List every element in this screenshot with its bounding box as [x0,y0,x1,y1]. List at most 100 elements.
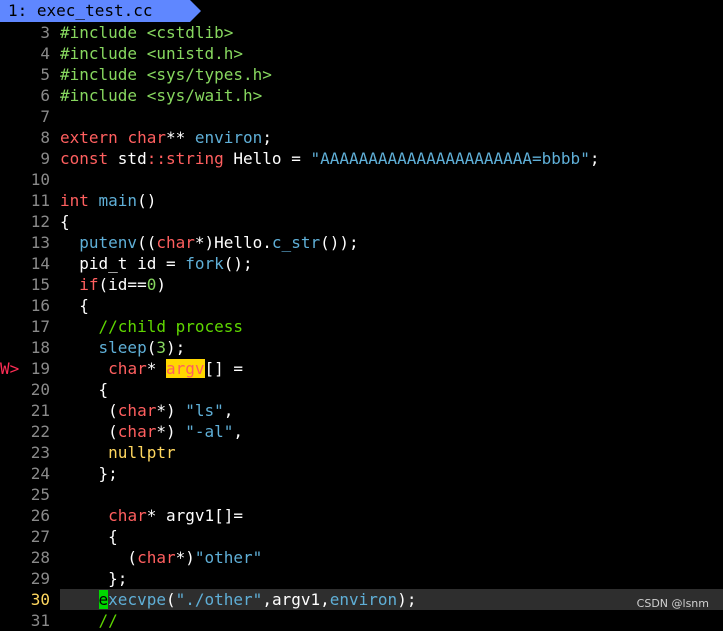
line-number: 14 [30,254,50,273]
code-token: ,argv1, [262,590,330,609]
code-line[interactable]: 25 [0,484,723,505]
code-line[interactable]: 4 #include <unistd.h> [0,43,723,64]
line-number: 29 [30,569,50,588]
code-line[interactable]: 18 sleep(3); [0,337,723,358]
code-token: ; [589,149,600,168]
code-line[interactable]: 16 { [0,295,723,316]
line-number: 27 [30,527,50,546]
code-token: char [137,548,176,567]
code-line[interactable]: 14 pid_t id = fork(); [0,253,723,274]
editor-code-area[interactable]: 3 #include <cstdlib> 4 #include <unistd.h> 5… [0,22,723,631]
code-text: #include <unistd.h> [60,43,243,64]
code-text: { [60,526,118,547]
code-line[interactable]: 31 // [0,610,723,631]
code-line[interactable]: 6 #include <sys/wait.h> [0,85,723,106]
code-token: }; [60,569,128,588]
code-token: "./other" [175,590,263,609]
line-number: 13 [30,233,50,252]
code-token: (); [223,254,253,273]
code-line[interactable]: 24 }; [0,463,723,484]
code-token: { [60,296,89,315]
code-text: { [60,295,89,316]
code-token: char [108,359,147,378]
code-line[interactable]: 8 extern char** environ; [0,127,723,148]
code-text: (char*) "ls", [60,400,233,421]
code-token: ( [165,590,176,609]
tab-exec-test[interactable]: 1: exec_test.cc [0,0,190,22]
code-text: (char*) "-al", [60,421,243,442]
code-token: char [117,422,157,441]
code-line[interactable]: 29 }; [0,568,723,589]
code-token: int [60,191,99,210]
code-text: //child process [60,316,244,337]
code-token: char [127,128,166,147]
code-token: // [60,611,118,630]
code-token: () [137,191,157,210]
code-token: fork [185,254,224,273]
code-line[interactable]: 22 (char*) "-al", [0,421,723,442]
code-line[interactable]: 28 (char*)"other" [0,547,723,568]
line-number: 21 [30,401,50,420]
line-number: 31 [30,611,50,630]
code-line[interactable]: 23 nullptr [0,442,723,463]
line-number: 16 [30,296,50,315]
code-line[interactable]: 3 #include <cstdlib> [0,22,723,43]
code-token: Hello = [223,149,311,168]
line-number: 30 [30,590,50,609]
code-token: argv [165,359,205,378]
code-line[interactable]: 7 [0,106,723,127]
code-line[interactable]: 9 const std::string Hello = "AAAAAAAAAAAA… [0,148,723,169]
line-number: 18 [30,338,50,357]
line-number: 4 [40,44,50,63]
code-token: 3 [156,338,166,357]
code-line[interactable]: W> 19 char* argv[] = [0,358,723,379]
code-line[interactable]: 11 int main() [0,190,723,211]
code-token: ( [60,422,118,441]
line-number: 12 [30,212,50,231]
code-line[interactable]: 5 #include <sys/types.h> [0,64,723,85]
code-token: , [223,401,234,420]
code-text: char* argv[] = [60,358,243,379]
code-token: xecvpe [108,590,166,609]
code-token: ) [156,275,166,294]
code-line[interactable]: 13 putenv((char*)Hello.c_str()); [0,232,723,253]
code-line[interactable]: 12 { [0,211,723,232]
line-number: 20 [30,380,50,399]
code-token: , [233,422,244,441]
code-token: ()); [320,233,359,252]
code-token: [] = [204,359,244,378]
code-token: ( [60,548,138,567]
code-token: //child process [98,317,244,336]
code-token: *)Hello. [194,233,272,252]
code-line[interactable]: 26 char* argv1[]= [0,505,723,526]
line-number: 26 [30,506,50,525]
code-token: char [156,233,195,252]
code-token: extern [60,128,128,147]
code-token: "other" [194,548,263,567]
code-token: const [60,149,118,168]
watermark: CSDN @lsnm [636,597,709,610]
code-line[interactable]: 27 { [0,526,723,547]
code-token: char [117,401,157,420]
line-number: 23 [30,443,50,462]
line-number: 25 [30,485,50,504]
line-number: 5 [40,65,50,84]
code-token: c_str [271,233,321,252]
line-number: 8 [40,128,50,147]
code-text: #include <sys/types.h> [60,64,272,85]
line-number: 28 [30,548,50,567]
code-line[interactable]: 17 //child process [0,316,723,337]
code-text: #include <sys/wait.h> [60,85,262,106]
code-line[interactable]: 10 [0,169,723,190]
code-text: { [60,379,109,400]
code-line[interactable]: 20 { [0,379,723,400]
code-token: pid_t id = [60,254,186,273]
code-line[interactable]: 15 if(id==0) [0,274,723,295]
code-line[interactable]: 21 (char*) "ls", [0,400,723,421]
code-text: pid_t id = fork(); [60,253,253,274]
code-line[interactable]: 30 execvpe("./other",argv1,environ); [0,589,723,610]
line-number: 3 [40,23,50,42]
